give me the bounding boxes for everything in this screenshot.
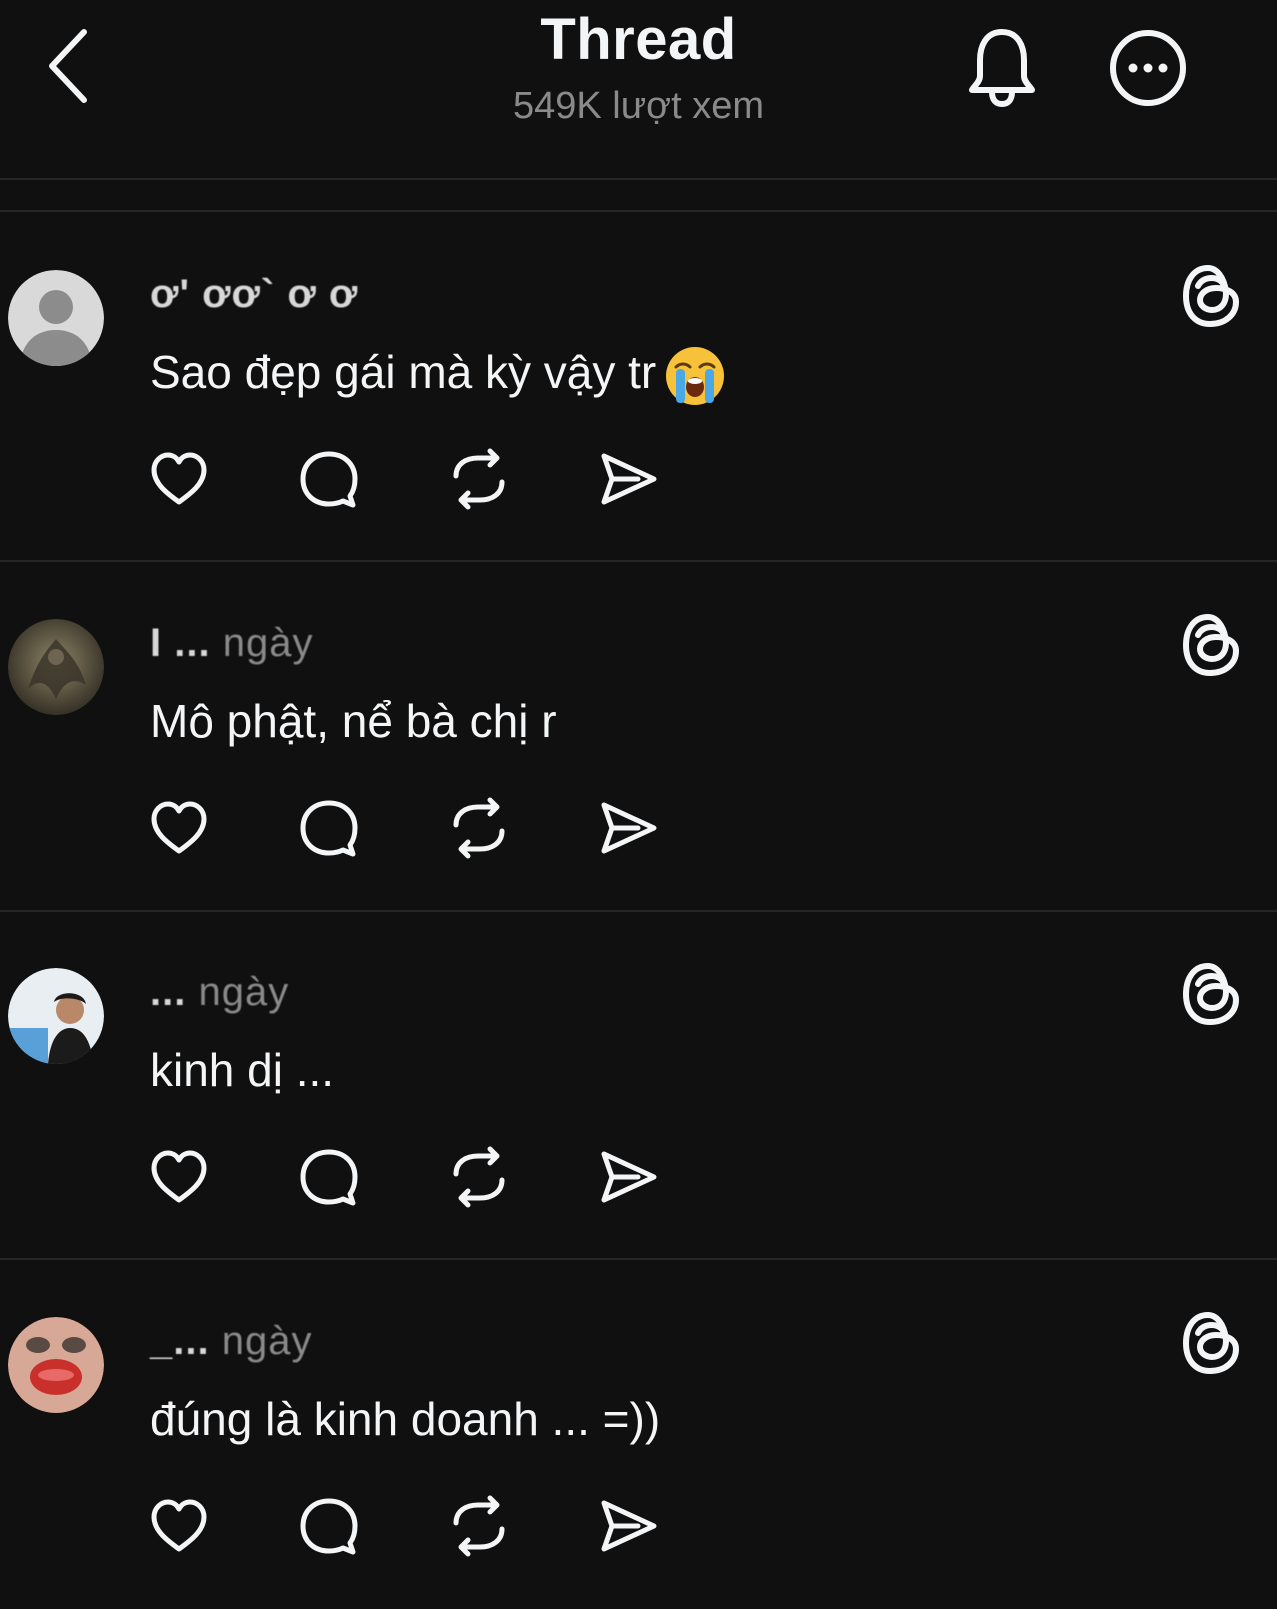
- action-bar: [148, 448, 660, 512]
- title-block: Thread 549K lượt xem: [0, 8, 1277, 136]
- divider: [0, 178, 1277, 180]
- more-icon: [1110, 30, 1186, 106]
- avatar[interactable]: [8, 1317, 104, 1413]
- threads-logo-icon[interactable]: [1180, 611, 1242, 679]
- heart-icon: [151, 801, 207, 854]
- avatar-image: [8, 968, 104, 1064]
- reply-button[interactable]: [298, 448, 360, 510]
- threads-logo-icon[interactable]: [1180, 960, 1242, 1028]
- repost-button[interactable]: [448, 1146, 510, 1208]
- bell-icon: [969, 29, 1035, 108]
- timestamp: ngày: [198, 970, 290, 1014]
- send-icon: [601, 1151, 657, 1203]
- repost-button[interactable]: [448, 1495, 510, 1557]
- action-bar: [148, 1495, 660, 1559]
- threads-logo-icon[interactable]: [1180, 262, 1242, 330]
- repost-button[interactable]: [448, 448, 510, 510]
- repost-icon: [453, 448, 505, 510]
- username[interactable]: I ... ngày: [150, 621, 313, 666]
- action-bar: [148, 797, 660, 861]
- username[interactable]: ơ' ơơ` ơ ơ: [150, 272, 358, 317]
- page-title: Thread: [540, 7, 737, 72]
- more-options-button[interactable]: [1108, 28, 1188, 108]
- comment-item[interactable]: I ... ngày Mô phật, nể bà chị r: [0, 561, 1277, 911]
- action-bar: [148, 1146, 660, 1210]
- default-avatar-icon: [8, 270, 104, 366]
- repost-icon: [453, 797, 505, 859]
- reply-button[interactable]: [298, 797, 360, 859]
- heart-icon: [151, 1150, 207, 1203]
- send-icon: [601, 453, 657, 505]
- share-button[interactable]: [598, 1495, 660, 1557]
- avatar[interactable]: [8, 270, 104, 366]
- avatar-image: [8, 619, 104, 715]
- send-icon: [601, 802, 657, 854]
- like-button[interactable]: [148, 797, 210, 859]
- comment-text: kinh dị ...: [150, 1044, 335, 1096]
- avatar-image: [8, 1317, 104, 1413]
- comment-item[interactable]: _... ngày đúng là kinh doanh ... =)): [0, 1259, 1277, 1609]
- like-button[interactable]: [148, 448, 210, 510]
- heart-icon: [151, 452, 207, 505]
- heart-icon: [151, 1499, 207, 1552]
- comment-text: đúng là kinh doanh ... =)): [150, 1393, 661, 1445]
- repost-button[interactable]: [448, 797, 510, 859]
- timestamp: ngày: [221, 1319, 313, 1363]
- username[interactable]: ... ngày: [150, 970, 289, 1015]
- avatar[interactable]: [8, 619, 104, 715]
- reply-button[interactable]: [298, 1146, 360, 1208]
- thread-header: Thread 549K lượt xem: [0, 0, 1277, 180]
- repost-icon: [453, 1495, 505, 1557]
- comment-icon: [300, 1498, 358, 1555]
- loudly-crying-face-icon: [666, 346, 725, 405]
- send-icon: [601, 1500, 657, 1552]
- share-button[interactable]: [598, 797, 660, 859]
- like-button[interactable]: [148, 1146, 210, 1208]
- comment-icon: [300, 1149, 358, 1206]
- comment-item[interactable]: ơ' ơơ` ơ ơ Sao đẹp gái mà kỳ vậy tr: [0, 212, 1277, 562]
- comment-item[interactable]: ... ngày kinh dị ...: [0, 910, 1277, 1260]
- timestamp: ngày: [222, 621, 314, 665]
- share-button[interactable]: [598, 1146, 660, 1208]
- threads-logo-icon[interactable]: [1180, 1309, 1242, 1377]
- comment-text: Mô phật, nể bà chị r: [150, 695, 557, 747]
- comment-text: Sao đẹp gái mà kỳ vậy tr: [150, 342, 726, 407]
- like-button[interactable]: [148, 1495, 210, 1557]
- username[interactable]: _... ngày: [150, 1319, 312, 1364]
- view-count: 549K lượt xem: [512, 85, 764, 127]
- reply-button[interactable]: [298, 1495, 360, 1557]
- repost-icon: [453, 1146, 505, 1208]
- avatar[interactable]: [8, 968, 104, 1064]
- share-button[interactable]: [598, 448, 660, 510]
- comment-icon: [300, 451, 358, 508]
- notification-button[interactable]: [966, 26, 1038, 108]
- comment-icon: [300, 800, 358, 857]
